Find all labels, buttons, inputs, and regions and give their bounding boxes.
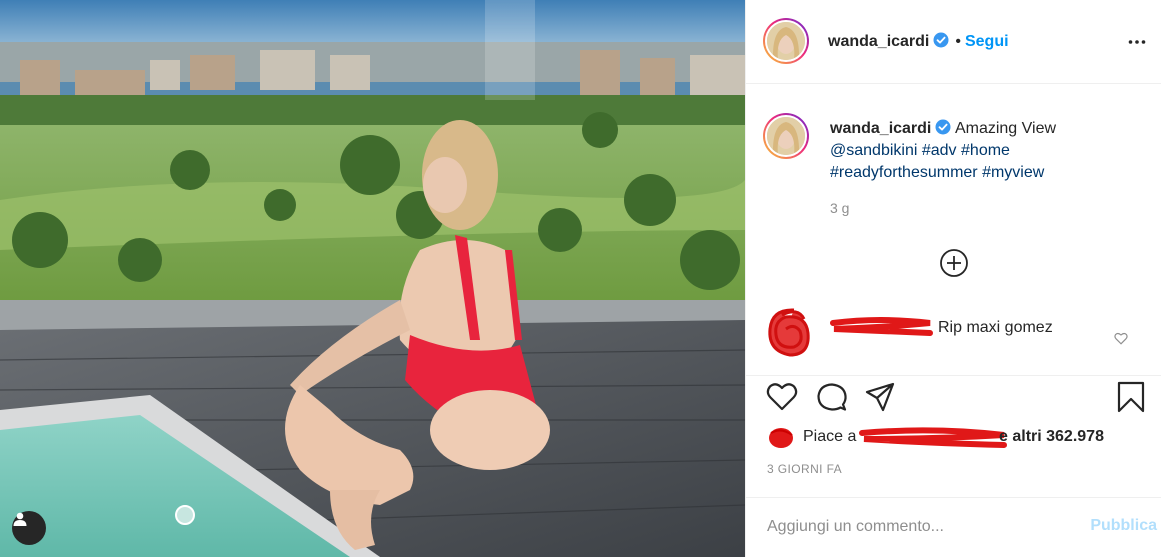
caption-hashtag[interactable]: #myview xyxy=(982,164,1044,181)
bookmark-icon xyxy=(1117,381,1145,413)
separator-dot: • xyxy=(955,33,961,50)
caption-hashtag[interactable]: #home xyxy=(961,142,1010,159)
avatar[interactable] xyxy=(763,18,809,64)
comment-text: Rip maxi gomez xyxy=(938,319,1053,336)
add-comment-section: Pubblica xyxy=(746,497,1161,557)
redacted-liker-name-scribble xyxy=(859,427,1007,448)
caption-avatar[interactable] xyxy=(763,113,809,159)
user-icon xyxy=(13,512,27,526)
likes-count[interactable]: e altri 362.978 xyxy=(999,428,1104,446)
redacted-avatar-scribble xyxy=(768,308,810,357)
redacted-username-scribble xyxy=(830,317,933,336)
caption-username[interactable]: wanda_icardi xyxy=(830,120,931,137)
more-horizontal-icon xyxy=(1128,40,1146,44)
photo-illustration xyxy=(0,0,745,557)
caption-time[interactable]: 3 g xyxy=(830,200,849,216)
post-side-panel: wanda_icardi • Segui wanda_icardi Amazin… xyxy=(745,0,1161,557)
comment-bubble-icon xyxy=(817,383,847,411)
like-button[interactable] xyxy=(766,381,798,418)
header-username[interactable]: wanda_icardi xyxy=(828,33,929,50)
post-action-bar xyxy=(746,375,1161,420)
save-button[interactable] xyxy=(1116,381,1146,418)
likes-summary: Piace a e altri 362.978 xyxy=(746,425,1161,451)
post-timestamp[interactable]: 3 GIORNI FA xyxy=(767,462,842,476)
avatar-photo xyxy=(767,117,805,155)
likes-prefix: Piace a xyxy=(803,428,857,445)
plus-circle-icon xyxy=(940,249,968,277)
caption-text: Amazing View xyxy=(954,120,1057,137)
more-options-button[interactable] xyxy=(1128,34,1146,55)
header-user-line: wanda_icardi • Segui xyxy=(828,32,1009,51)
heart-icon xyxy=(766,383,798,411)
post-header: wanda_icardi • Segui xyxy=(746,0,1161,84)
post-caption: wanda_icardi Amazing View @sandbikini #a… xyxy=(830,118,1140,184)
verified-badge-icon xyxy=(933,32,949,48)
comment-item: Rip maxi gomez xyxy=(746,305,1161,357)
comment-button[interactable] xyxy=(816,381,848,418)
comment-input[interactable] xyxy=(767,514,1067,540)
avatar-photo xyxy=(767,22,805,60)
verified-badge-icon xyxy=(935,119,951,135)
publish-comment-button[interactable]: Pubblica xyxy=(1090,517,1157,535)
heart-icon xyxy=(1114,332,1128,345)
caption-mention[interactable]: @sandbikini xyxy=(830,142,917,159)
caption-hashtag[interactable]: #readyforthesummer xyxy=(830,164,978,181)
follow-button[interactable]: Segui xyxy=(965,33,1009,50)
share-button[interactable] xyxy=(864,381,896,418)
caption-hashtag[interactable]: #adv xyxy=(922,142,957,159)
post-photo[interactable] xyxy=(0,0,745,557)
paper-plane-icon xyxy=(865,382,895,412)
redacted-liker-avatar-scribble xyxy=(769,428,793,448)
load-more-comments-button[interactable] xyxy=(939,248,969,283)
tagged-users-button[interactable] xyxy=(12,511,46,545)
comment-like-button[interactable] xyxy=(1114,332,1128,350)
